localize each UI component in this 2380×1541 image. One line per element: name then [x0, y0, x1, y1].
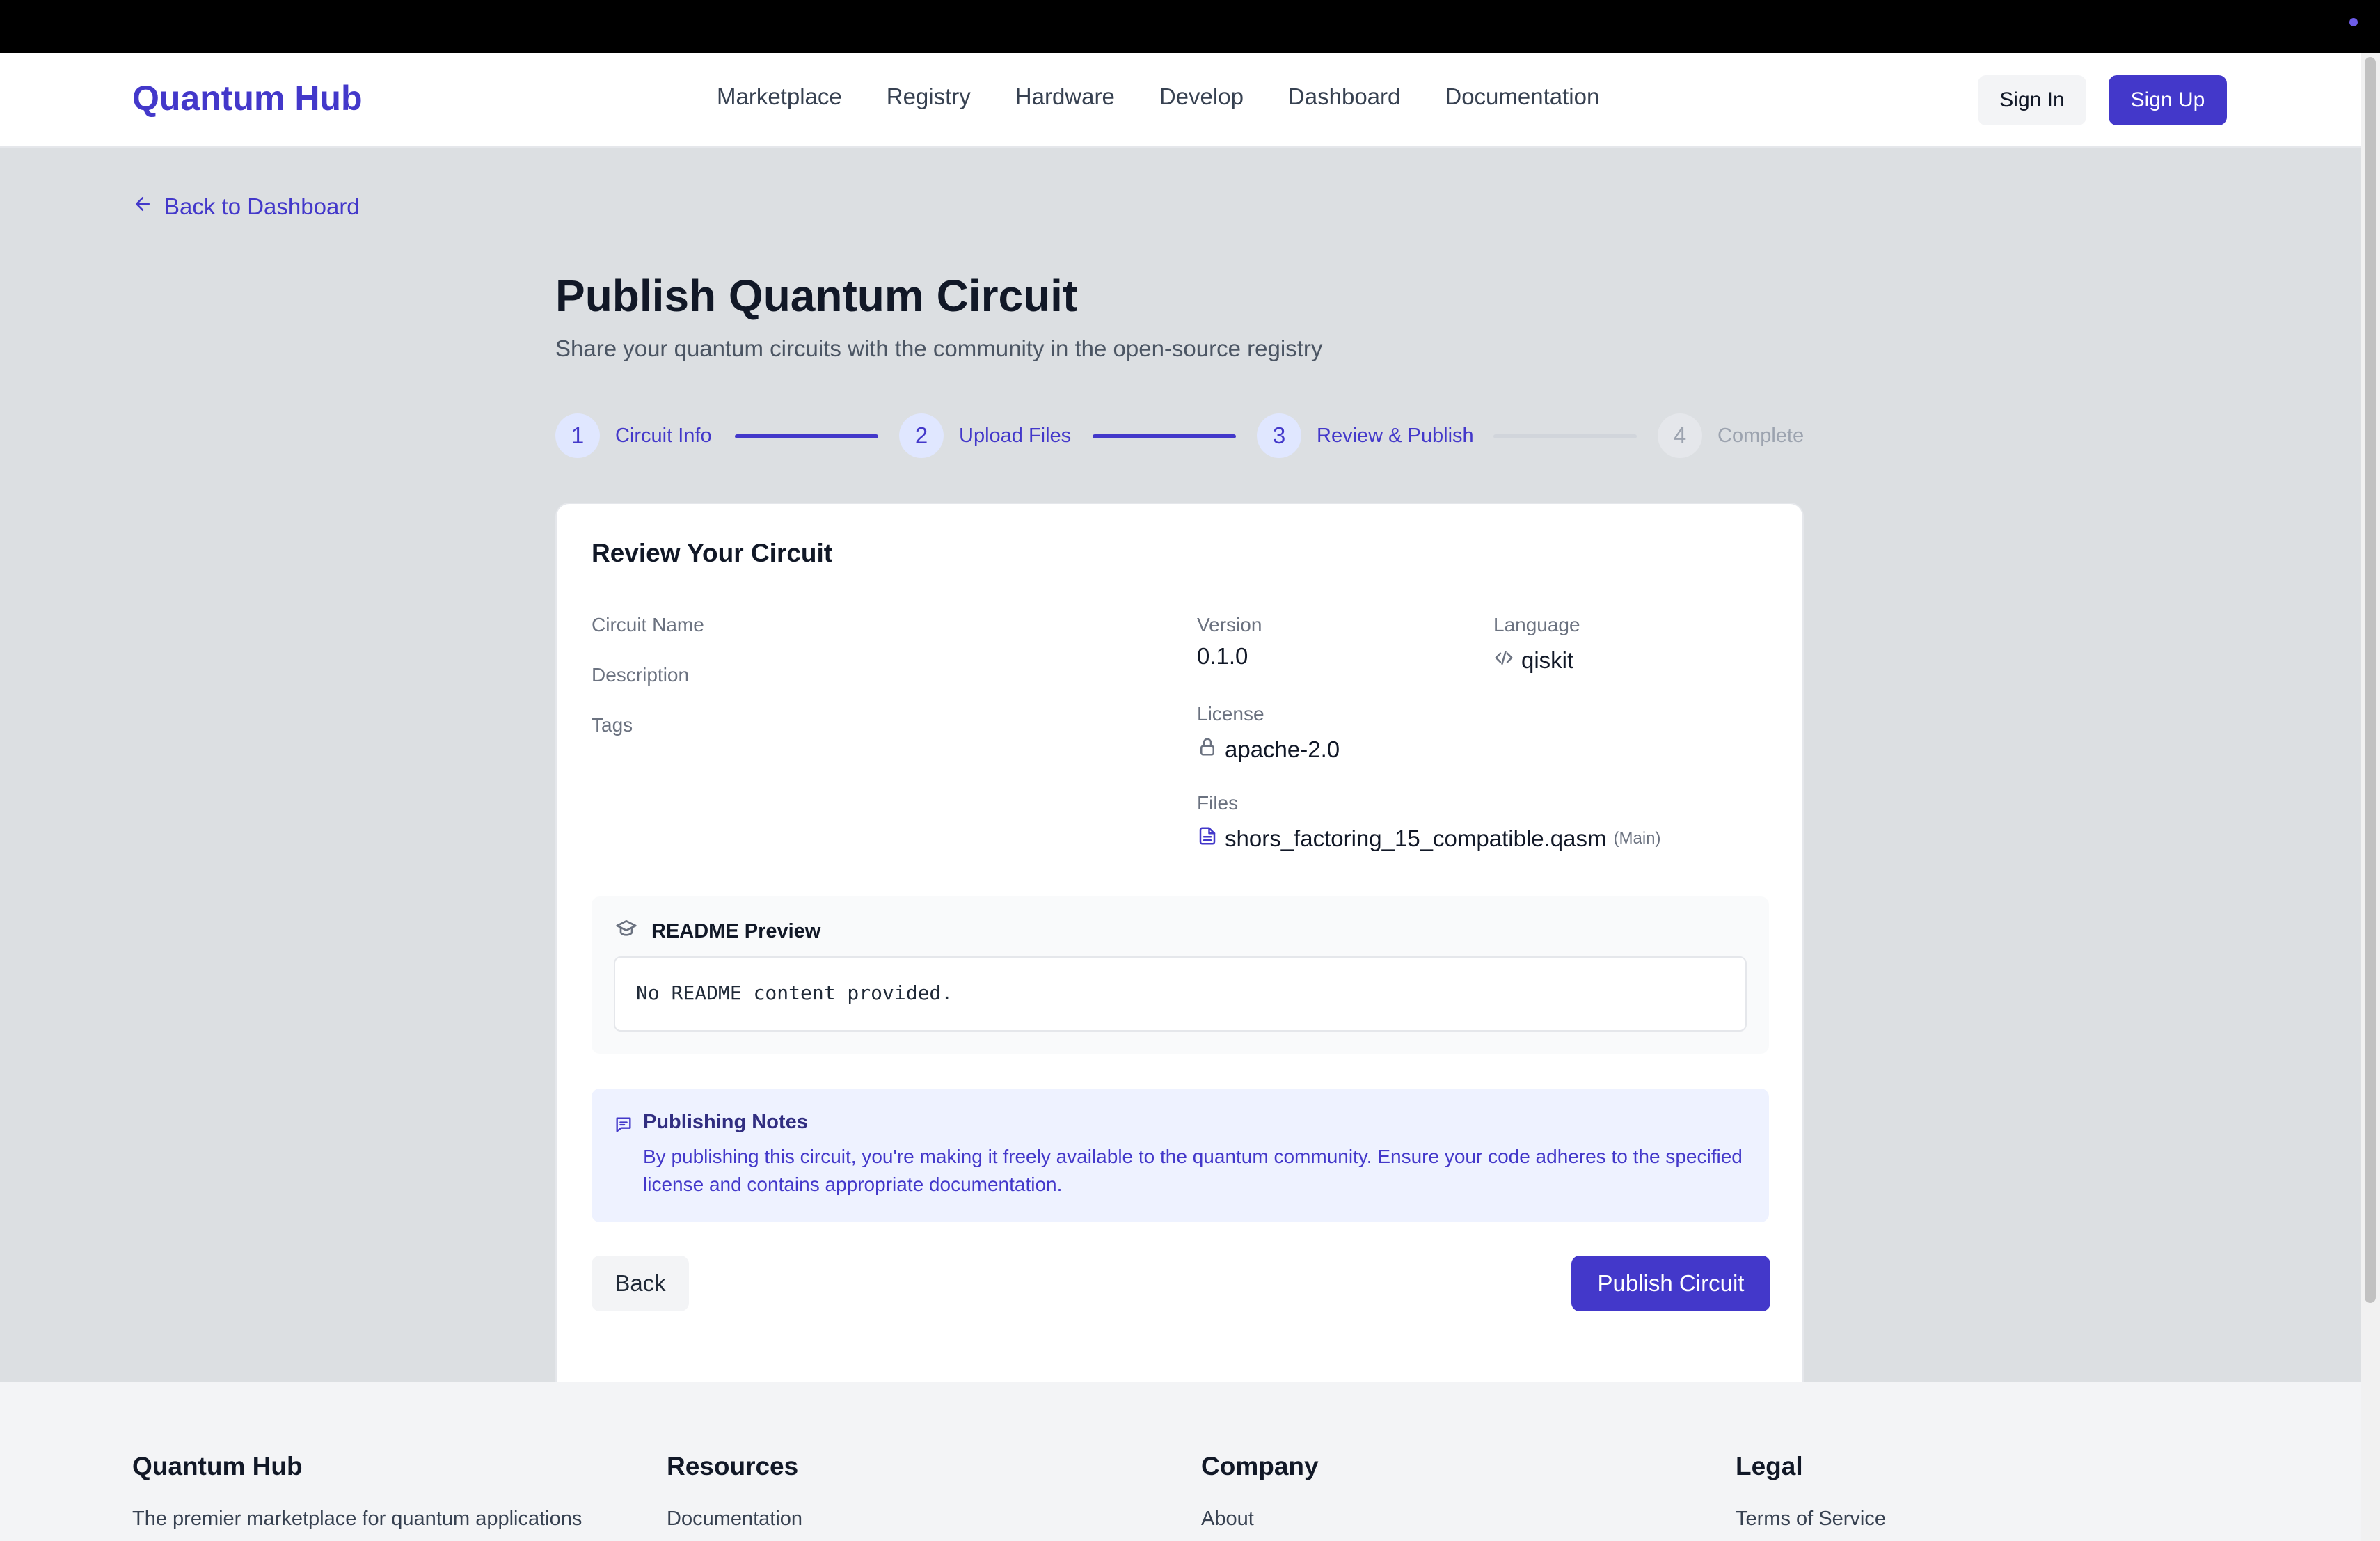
sign-in-button[interactable]: Sign In — [1978, 75, 2086, 125]
browser-top-bar — [0, 0, 2380, 53]
nav-documentation[interactable]: Documentation — [1445, 84, 1599, 110]
main-content: Back to Dashboard Publish Quantum Circui… — [0, 148, 2361, 1485]
version-label: Version — [1197, 614, 1262, 635]
language-text: qiskit — [1521, 647, 1574, 673]
tags-label: Tags — [592, 714, 633, 736]
readme-content: No README content provided. — [614, 956, 1747, 1032]
notes-title: Publishing Notes — [643, 1111, 808, 1133]
main-nav: Marketplace Registry Hardware Develop Da… — [717, 84, 1599, 110]
review-title: Review Your Circuit — [592, 539, 833, 567]
footer-company-column: Company About — [1201, 1452, 1319, 1531]
step-upload-files[interactable]: 2 Upload Files — [899, 413, 1071, 458]
publish-circuit-button[interactable]: Publish Circuit — [1571, 1256, 1770, 1311]
page-scrollbar[interactable] — [2361, 53, 2380, 1541]
footer-resources-title: Resources — [667, 1452, 799, 1480]
language-value: qiskit — [1493, 647, 1573, 674]
file-item: shors_factoring_15_compatible.qasm (Main… — [1197, 825, 1661, 852]
scrollbar-thumb[interactable] — [2365, 57, 2376, 1303]
step-connector — [1093, 434, 1236, 438]
footer-company-title: Company — [1201, 1452, 1319, 1480]
nav-dashboard[interactable]: Dashboard — [1288, 84, 1400, 110]
nav-marketplace[interactable]: Marketplace — [717, 84, 842, 110]
version-text: 0.1.0 — [1197, 643, 1248, 669]
arrow-left-icon — [132, 193, 153, 220]
logo[interactable]: Quantum Hub — [132, 78, 363, 118]
step-number: 4 — [1658, 413, 1702, 458]
code-icon — [1493, 647, 1514, 674]
step-number: 2 — [899, 413, 944, 458]
footer-link-about[interactable]: About — [1201, 1508, 1319, 1531]
step-number: 1 — [555, 413, 600, 458]
step-complete: 4 Complete — [1658, 413, 1804, 458]
progress-stepper: 1 Circuit Info 2 Upload Files 3 Review &… — [555, 413, 1804, 458]
nav-hardware[interactable]: Hardware — [1015, 84, 1115, 110]
license-value: apache-2.0 — [1197, 736, 1340, 763]
circuit-name-label: Circuit Name — [592, 614, 704, 635]
lock-icon — [1197, 736, 1218, 763]
file-name: shors_factoring_15_compatible.qasm — [1225, 825, 1607, 851]
step-label: Upload Files — [959, 424, 1072, 447]
footer-legal-title: Legal — [1736, 1452, 1803, 1480]
step-label: Review & Publish — [1317, 424, 1474, 447]
footer-brand: Quantum Hub — [132, 1452, 303, 1480]
files-label: Files — [1197, 792, 1239, 814]
step-connector — [735, 434, 878, 438]
site-header: Quantum Hub Marketplace Registry Hardwar… — [0, 53, 2361, 148]
footer-resources-column: Resources Documentation — [667, 1452, 802, 1531]
back-button[interactable]: Back — [592, 1256, 689, 1311]
readme-header: README Preview — [615, 917, 820, 945]
readme-preview: README Preview No README content provide… — [592, 896, 1769, 1054]
step-review-publish[interactable]: 3 Review & Publish — [1257, 413, 1474, 458]
main-file-tag: (Main) — [1613, 829, 1661, 848]
nav-develop[interactable]: Develop — [1159, 84, 1244, 110]
back-to-dashboard-link[interactable]: Back to Dashboard — [132, 193, 360, 220]
graduation-cap-icon — [615, 917, 637, 945]
file-icon — [1197, 825, 1218, 852]
footer-brand-column: Quantum Hub The premier marketplace for … — [132, 1452, 582, 1531]
footer-link-terms[interactable]: Terms of Service — [1736, 1508, 1886, 1531]
step-number: 3 — [1257, 413, 1301, 458]
review-card: Review Your Circuit Circuit Name Descrip… — [555, 503, 1804, 1485]
step-label: Circuit Info — [615, 424, 712, 447]
footer-link-documentation[interactable]: Documentation — [667, 1508, 802, 1531]
footer-legal-column: Legal Terms of Service — [1736, 1452, 1886, 1531]
language-label: Language — [1493, 614, 1580, 635]
footer-brand-text: The premier marketplace for quantum appl… — [132, 1508, 582, 1530]
status-dot — [2349, 18, 2358, 26]
back-link-label: Back to Dashboard — [164, 193, 360, 219]
step-connector — [1493, 434, 1637, 438]
license-text: apache-2.0 — [1225, 736, 1340, 762]
page-subtitle: Share your quantum circuits with the com… — [555, 335, 1323, 361]
publishing-notes: Publishing Notes By publishing this circ… — [592, 1089, 1769, 1222]
notes-text: By publishing this circuit, you're makin… — [643, 1146, 1743, 1195]
nav-registry[interactable]: Registry — [887, 84, 971, 110]
page-title: Publish Quantum Circuit — [555, 271, 1078, 321]
license-label: License — [1197, 703, 1264, 725]
step-label: Complete — [1717, 424, 1804, 447]
site-footer: Quantum Hub The premier marketplace for … — [0, 1382, 2361, 1541]
version-value: 0.1.0 — [1197, 643, 1248, 670]
readme-title: README Preview — [651, 919, 821, 942]
sign-up-button[interactable]: Sign Up — [2109, 75, 2227, 125]
step-circuit-info[interactable]: 1 Circuit Info — [555, 413, 712, 458]
message-icon — [614, 1115, 633, 1138]
description-label: Description — [592, 664, 690, 686]
